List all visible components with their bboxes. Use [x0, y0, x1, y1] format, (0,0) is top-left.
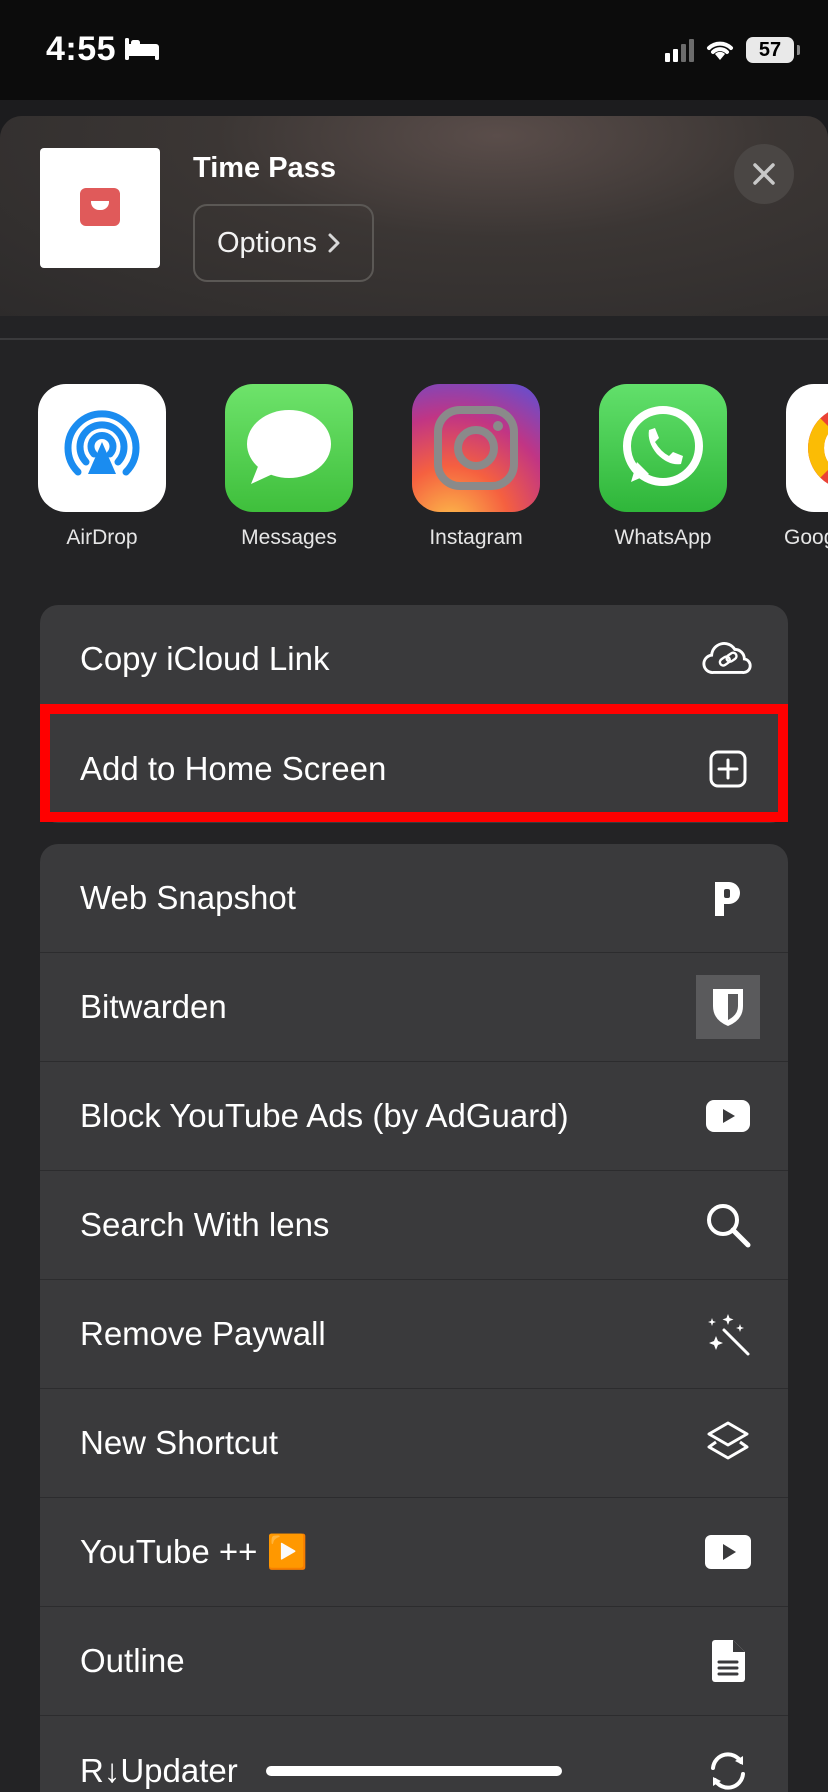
share-sheet: Time Pass Options AirDrop Messages Insta… — [0, 116, 828, 1792]
bitwarden-shield-icon — [696, 975, 760, 1039]
app-label: AirDrop — [66, 526, 138, 549]
action-copy-icloud-link[interactable]: Copy iCloud Link — [40, 605, 788, 714]
sleep-bed-icon — [125, 38, 159, 60]
youtube-play-icon — [702, 1090, 754, 1142]
options-label: Options — [217, 226, 317, 259]
action-block-youtube-ads[interactable]: Block YouTube Ads (by AdGuard) — [40, 1062, 788, 1171]
action-label: R↓Updater — [80, 1751, 238, 1789]
action-label: YouTube ++ ▶️ — [80, 1532, 308, 1570]
document-icon — [702, 1635, 754, 1687]
cellular-signal-icon — [665, 38, 694, 62]
action-label: New Shortcut — [80, 1424, 279, 1461]
action-bitwarden[interactable]: Bitwarden — [40, 953, 788, 1062]
app-label: WhatsApp — [614, 526, 712, 549]
action-youtube-plus-plus[interactable]: YouTube ++ ▶️ — [40, 1498, 788, 1607]
action-remove-paywall[interactable]: Remove Paywall — [40, 1280, 788, 1389]
messages-icon — [225, 384, 353, 512]
icloud-link-icon — [702, 633, 754, 685]
chevron-right-icon — [328, 233, 340, 253]
item-title: Time Pass — [193, 152, 336, 184]
action-label: Copy iCloud Link — [80, 640, 330, 677]
close-button[interactable] — [734, 144, 794, 204]
action-group-extensions: Web Snapshot Bitwarden Block YouTube Ads… — [40, 844, 788, 1792]
share-app-row[interactable]: AirDrop Messages Instagram WhatsApp Goo — [0, 384, 828, 564]
shortcuts-layers-icon — [702, 1417, 754, 1469]
instagram-icon — [412, 384, 540, 512]
action-outline[interactable]: Outline — [40, 1607, 788, 1716]
app-label: Instagram — [429, 526, 523, 549]
action-label: Add to Home Screen — [80, 749, 387, 787]
home-indicator[interactable] — [266, 1766, 562, 1776]
action-r-updater[interactable]: R↓Updater — [40, 1716, 788, 1792]
options-button[interactable]: Options — [193, 204, 374, 282]
item-thumbnail — [40, 148, 160, 268]
share-sheet-header: Time Pass Options — [0, 116, 828, 316]
action-label: Search With lens — [80, 1206, 330, 1243]
action-label: Web Snapshot — [80, 879, 296, 916]
action-label: Outline — [80, 1642, 185, 1679]
youtube-play-icon — [702, 1526, 754, 1578]
action-label: Block YouTube Ads (by AdGuard) — [80, 1097, 569, 1134]
snapshot-p-icon — [702, 872, 754, 924]
action-group-primary: Copy iCloud Link Add to Home Screen — [40, 605, 788, 823]
magic-wand-icon — [702, 1308, 754, 1360]
action-label: Remove Paywall — [80, 1315, 326, 1352]
app-label: Messages — [241, 526, 337, 549]
airdrop-icon — [38, 384, 166, 512]
wifi-icon — [707, 41, 733, 60]
action-new-shortcut[interactable]: New Shortcut — [40, 1389, 788, 1498]
add-square-icon — [702, 743, 754, 795]
refresh-icon — [702, 1745, 754, 1792]
divider — [0, 338, 828, 340]
google-icon — [786, 384, 828, 512]
magnifier-icon — [702, 1199, 754, 1251]
status-bar: 4:55 57 — [0, 0, 828, 100]
tea-cup-logo-icon — [80, 188, 120, 226]
action-add-to-home-screen[interactable]: Add to Home Screen — [40, 714, 788, 823]
battery-level: 57 — [758, 39, 782, 61]
whatsapp-icon — [599, 384, 727, 512]
action-web-snapshot[interactable]: Web Snapshot — [40, 844, 788, 953]
status-right: 57 — [665, 36, 800, 64]
close-icon — [753, 163, 775, 185]
battery-indicator: 57 — [746, 37, 800, 63]
status-time: 4:55 — [46, 30, 117, 68]
action-label: Bitwarden — [80, 988, 227, 1025]
action-search-with-lens[interactable]: Search With lens — [40, 1171, 788, 1280]
app-label: Goog — [784, 526, 828, 549]
